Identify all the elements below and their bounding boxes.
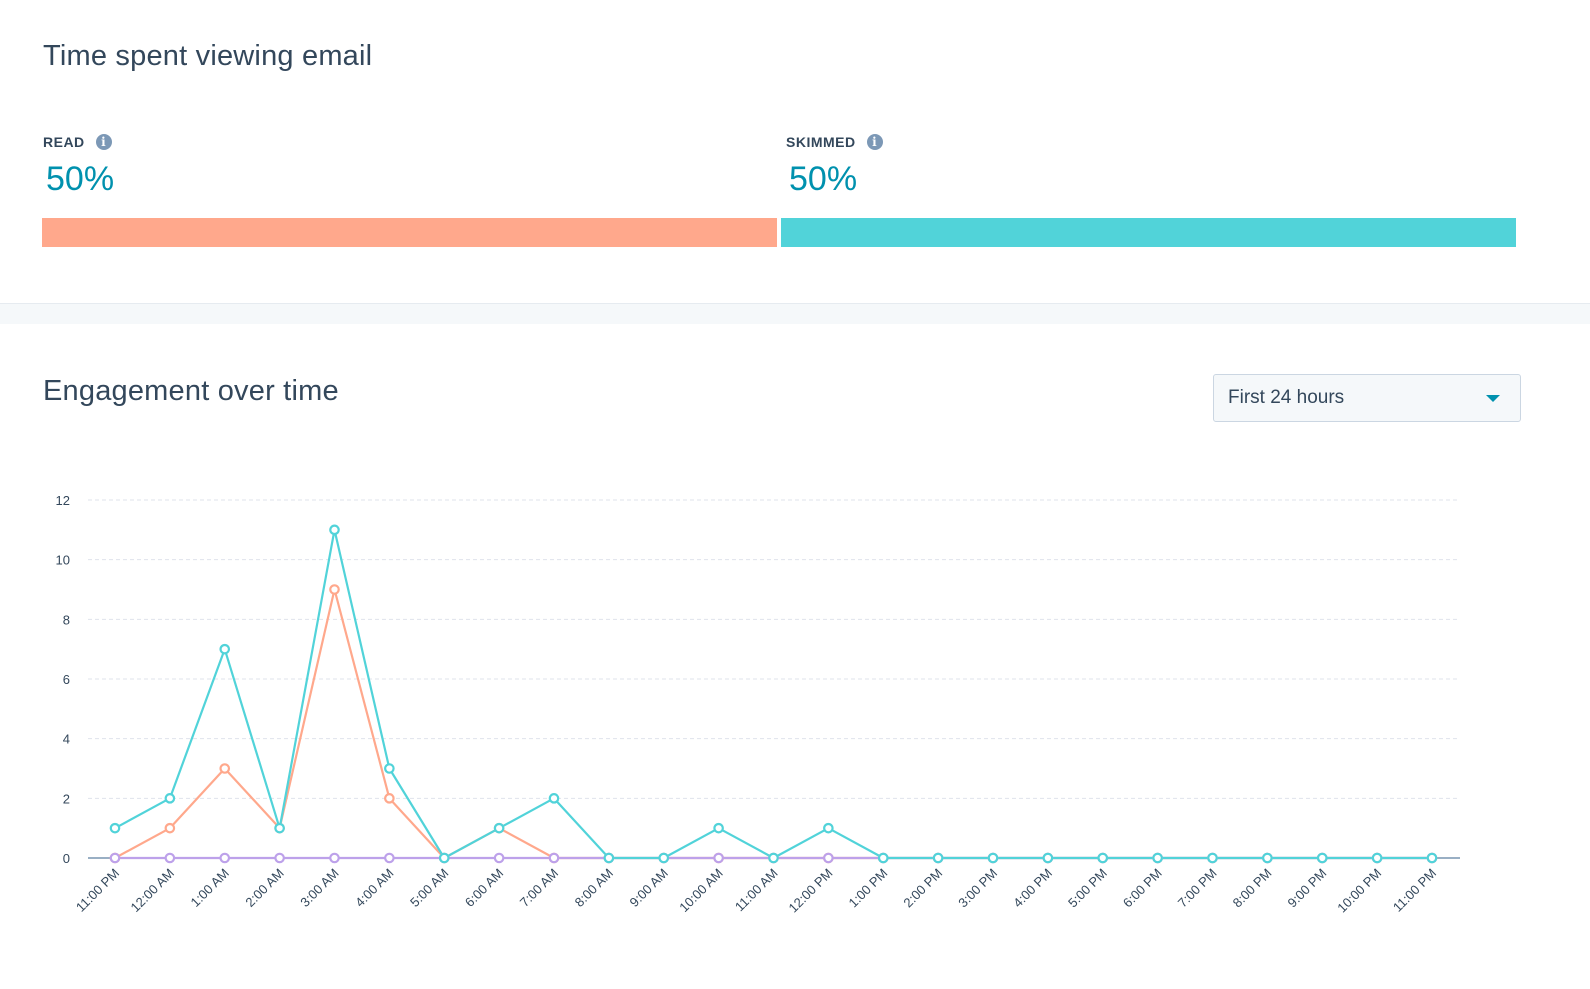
y-tick-label: 10: [56, 553, 70, 568]
read-bar: [42, 218, 777, 247]
teal-series-point: [658, 852, 670, 864]
purple-series-point: [109, 852, 121, 864]
teal-series-point: [384, 763, 395, 774]
time-range-selected: First 24 hours: [1228, 387, 1345, 408]
purple-series-point: [274, 852, 285, 864]
x-tick-label: 11:00 PM: [1390, 866, 1439, 915]
x-tick-label: 3:00 AM: [297, 866, 341, 910]
teal-series-point: [109, 822, 121, 834]
teal-series-point: [219, 643, 231, 655]
engagement-line-chart: 02468101211:00 PM 12:00 AM 1:00 AM 2:00 AM 3…: [56, 493, 1460, 916]
teal-series-point: [987, 852, 999, 864]
time-range-dropdown[interactable]: First 24 hours: [1213, 374, 1521, 422]
teal-series-point: [1371, 852, 1383, 864]
teal-series-point: [877, 852, 889, 864]
teal-series-point: [713, 822, 724, 834]
x-tick-label: 10:00 AM: [676, 866, 725, 915]
orange-series-line: [114, 588, 1432, 860]
x-tick-label: 6:00 PM: [1120, 866, 1165, 911]
purple-series-point: [493, 852, 505, 864]
teal-series-point: [1316, 852, 1328, 864]
teal-series-point: [1152, 852, 1163, 864]
purple-series-point: [329, 852, 340, 864]
teal-series-point: [329, 524, 340, 536]
skimmed-label: SKIMMED: [786, 134, 856, 150]
engagement-title: Engagement over time: [43, 375, 339, 407]
section-divider: [0, 303, 1590, 324]
info-icon[interactable]: i: [866, 134, 883, 150]
teal-series-line: [114, 528, 1432, 860]
skimmed-stat: SKIMMED i 50%: [786, 130, 883, 199]
x-tick-label: 11:00 PM: [73, 866, 122, 915]
y-tick-label: 0: [63, 851, 70, 866]
x-tick-label: 12:00 PM: [786, 866, 836, 916]
y-tick-label: 2: [63, 791, 70, 806]
x-tick-label: 5:00 AM: [407, 866, 451, 910]
teal-series-point: [1042, 852, 1054, 864]
teal-series-point: [438, 852, 450, 864]
y-tick-label: 12: [56, 493, 70, 508]
purple-series-point: [548, 852, 560, 864]
purple-series-point: [219, 852, 231, 864]
x-tick-label: 11:00 AM: [732, 866, 781, 915]
info-icon[interactable]: i: [95, 134, 112, 150]
x-tick-label: 4:00 AM: [352, 866, 396, 910]
orange-series-point: [164, 822, 176, 834]
teal-series-point: [603, 852, 615, 864]
x-tick-label: 8:00 PM: [1230, 866, 1275, 911]
orange-series-point: [329, 584, 340, 595]
orange-series-point: [219, 763, 231, 774]
skimmed-value: 50%: [789, 160, 858, 198]
read-stat: READ i 50%: [43, 130, 114, 199]
x-tick-label: 9:00 PM: [1285, 866, 1330, 911]
teal-series-point: [1097, 852, 1109, 864]
x-tick-label: 2:00 PM: [900, 866, 945, 911]
teal-series-point: [164, 793, 176, 804]
x-tick-label: 5:00 PM: [1065, 866, 1110, 911]
time-spent-card: Time spent viewing email READ i 50% SKIM…: [0, 0, 1590, 303]
teal-series-point: [493, 822, 505, 834]
y-tick-label: 8: [63, 612, 70, 627]
teal-series-point: [823, 822, 834, 834]
x-tick-label: 9:00 AM: [627, 866, 671, 910]
teal-series-point: [548, 793, 560, 804]
y-tick-label: 4: [63, 732, 70, 747]
time-spent-title: Time spent viewing email: [43, 40, 373, 72]
teal-series-point: [1426, 852, 1438, 864]
teal-series-point: [1262, 852, 1273, 864]
purple-series-point: [823, 852, 834, 864]
x-tick-label: 1:00 AM: [188, 866, 232, 910]
teal-series-point: [768, 852, 779, 864]
x-tick-label: 8:00 AM: [572, 866, 616, 910]
x-tick-label: 1:00 PM: [846, 866, 891, 911]
x-tick-label: 7:00 AM: [517, 866, 561, 910]
x-tick-label: 3:00 PM: [955, 866, 1000, 911]
x-tick-label: 10:00 PM: [1334, 866, 1384, 916]
x-tick-label: 7:00 PM: [1175, 866, 1220, 911]
teal-series-point: [932, 852, 944, 864]
x-tick-label: 6:00 AM: [462, 866, 506, 910]
teal-series-point: [274, 822, 285, 834]
purple-series-point: [713, 852, 724, 864]
x-tick-label: 12:00 AM: [128, 866, 177, 915]
caret-down-icon: [1486, 395, 1500, 402]
skimmed-bar: [781, 218, 1516, 247]
purple-series-point: [384, 852, 395, 864]
x-tick-label: 2:00 AM: [242, 866, 286, 910]
read-label: READ: [43, 134, 85, 150]
y-tick-label: 6: [63, 672, 70, 687]
purple-series-point: [164, 852, 176, 864]
teal-series-point: [1207, 852, 1218, 864]
read-value: 50%: [46, 160, 115, 198]
orange-series-point: [384, 793, 395, 804]
x-tick-label: 4:00 PM: [1010, 866, 1055, 911]
